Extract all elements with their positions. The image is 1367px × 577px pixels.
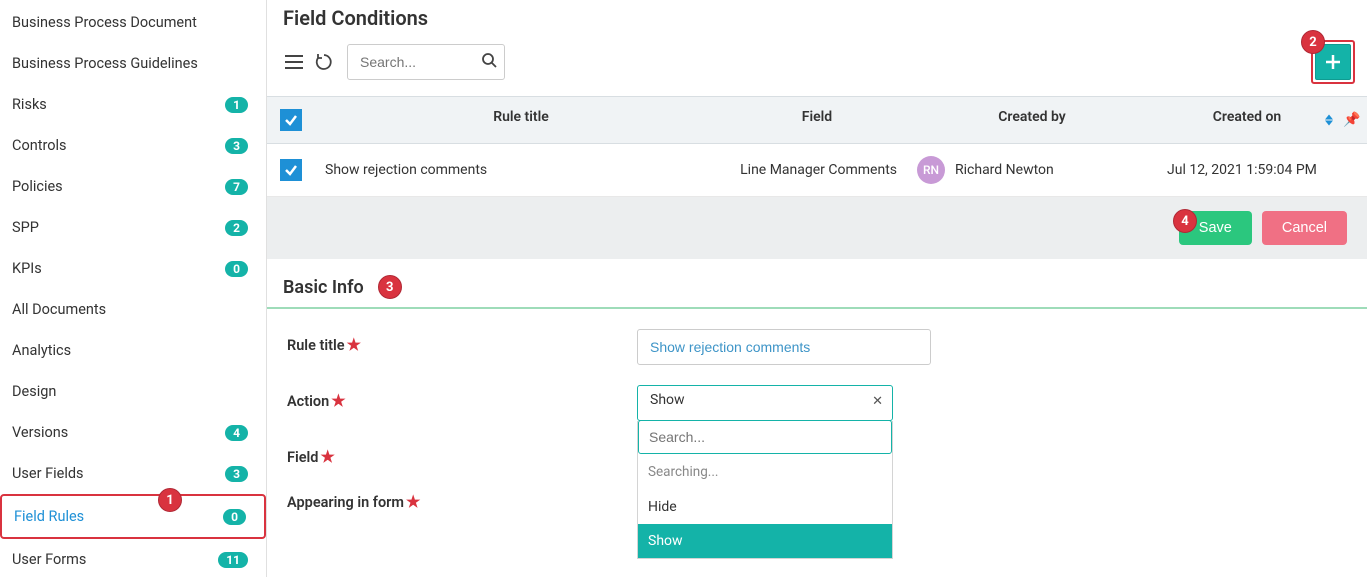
table-header: Rule title Field Created by Created on 📌 bbox=[267, 96, 1367, 144]
cell-created-by: RN Richard Newton bbox=[907, 144, 1157, 196]
sort-asc-icon bbox=[1325, 115, 1333, 120]
sidebar-item-spp[interactable]: SPP2 bbox=[0, 207, 266, 248]
header-created-on[interactable]: Created on bbox=[1157, 97, 1337, 143]
sidebar-item-versions[interactable]: Versions4 bbox=[0, 412, 266, 453]
header-field[interactable]: Field bbox=[727, 97, 907, 143]
created-by-name: Richard Newton bbox=[955, 162, 1054, 178]
table-row[interactable]: Show rejection comments Line Manager Com… bbox=[267, 144, 1367, 197]
sort-indicator bbox=[1325, 115, 1333, 126]
badge: 3 bbox=[225, 138, 248, 154]
header-created-by[interactable]: Created by bbox=[907, 97, 1157, 143]
pin-icon: 📌 bbox=[1343, 112, 1360, 128]
badge: 7 bbox=[225, 179, 248, 195]
sidebar-item-policies[interactable]: Policies7 bbox=[0, 166, 266, 207]
check-icon bbox=[284, 113, 298, 127]
action-dropdown: Searching... Hide Show bbox=[637, 421, 893, 559]
sidebar-item-alldocs[interactable]: All Documents bbox=[0, 289, 266, 330]
badge: 4 bbox=[225, 425, 248, 441]
sidebar-item-fieldrules[interactable]: 1 Field Rules0 bbox=[0, 494, 266, 539]
sidebar-item-userforms[interactable]: User Forms11 bbox=[0, 539, 266, 577]
row-checkbox[interactable] bbox=[280, 159, 302, 181]
sidebar-item-userfields[interactable]: User Fields3 bbox=[0, 453, 266, 494]
check-icon bbox=[284, 163, 298, 177]
sort-desc-icon bbox=[1325, 121, 1333, 126]
cell-created-on: Jul 12, 2021 1:59:04 PM bbox=[1157, 150, 1337, 190]
badge: 11 bbox=[218, 552, 248, 568]
menu-button[interactable] bbox=[279, 49, 309, 75]
header-rule-title[interactable]: Rule title bbox=[315, 97, 727, 143]
action-bar: 4 Save Cancel bbox=[267, 197, 1367, 259]
cancel-button[interactable]: Cancel bbox=[1262, 211, 1347, 245]
label-rule-title: Rule title★ bbox=[287, 329, 637, 354]
dropdown-option-show[interactable]: Show bbox=[638, 524, 892, 558]
sidebar-item-controls[interactable]: Controls3 bbox=[0, 125, 266, 166]
select-action[interactable]: Show ✕ Searching... Hide Show bbox=[637, 385, 893, 421]
dropdown-option-hide[interactable]: Hide bbox=[638, 490, 892, 524]
label-appearing: Appearing in form★ bbox=[287, 486, 637, 511]
badge: 1 bbox=[225, 97, 248, 113]
badge: 0 bbox=[225, 261, 248, 277]
sidebar-item-risks[interactable]: Risks1 bbox=[0, 84, 266, 125]
label-action: Action★ bbox=[287, 385, 637, 410]
dropdown-status: Searching... bbox=[638, 454, 892, 490]
search-icon bbox=[481, 52, 497, 68]
basic-info-header: Basic Info 3 bbox=[267, 259, 1367, 309]
page-title: Field Conditions bbox=[283, 6, 1351, 30]
sidebar-item-analytics[interactable]: Analytics bbox=[0, 330, 266, 371]
avatar: RN bbox=[917, 156, 945, 184]
badge: 0 bbox=[223, 509, 246, 525]
plus-icon bbox=[1326, 55, 1340, 69]
sidebar-item-design[interactable]: Design bbox=[0, 371, 266, 412]
sidebar-item-kpis[interactable]: KPIs0 bbox=[0, 248, 266, 289]
hamburger-icon bbox=[285, 55, 303, 69]
sidebar-item-bpd[interactable]: Business Process Document bbox=[0, 2, 266, 43]
search-box bbox=[347, 44, 505, 80]
header-checkbox-cell bbox=[267, 97, 315, 143]
select-all-checkbox[interactable] bbox=[280, 109, 302, 131]
cell-field: Line Manager Comments bbox=[727, 150, 907, 190]
basic-info-title: Basic Info bbox=[283, 277, 364, 298]
refresh-button[interactable] bbox=[309, 47, 339, 77]
callout-4: 4 bbox=[1173, 209, 1197, 233]
input-rule-title[interactable] bbox=[637, 329, 931, 365]
dropdown-search-input[interactable] bbox=[638, 420, 892, 454]
badge: 2 bbox=[225, 220, 248, 236]
refresh-icon bbox=[315, 53, 333, 71]
table: Rule title Field Created by Created on 📌 bbox=[267, 96, 1367, 197]
cell-rule-title: Show rejection comments bbox=[315, 150, 727, 190]
form: Rule title★ Action★ Show ✕ Searching... … bbox=[267, 309, 1367, 551]
page-header: Field Conditions bbox=[267, 0, 1367, 34]
header-pin[interactable]: 📌 bbox=[1337, 97, 1367, 143]
select-action-value: Show bbox=[637, 385, 893, 421]
sidebar-item-bpg[interactable]: Business Process Guidelines bbox=[0, 43, 266, 84]
label-field: Field★ bbox=[287, 441, 637, 466]
badge: 3 bbox=[225, 466, 248, 482]
callout-2: 2 bbox=[1301, 30, 1325, 54]
main-panel: Field Conditions 2 bbox=[267, 0, 1367, 577]
sidebar: Business Process Document Business Proce… bbox=[0, 0, 267, 577]
callout-1: 1 bbox=[158, 488, 182, 512]
clear-button[interactable]: ✕ bbox=[872, 394, 883, 409]
callout-3: 3 bbox=[378, 275, 402, 299]
toolbar: 2 bbox=[267, 34, 1367, 96]
